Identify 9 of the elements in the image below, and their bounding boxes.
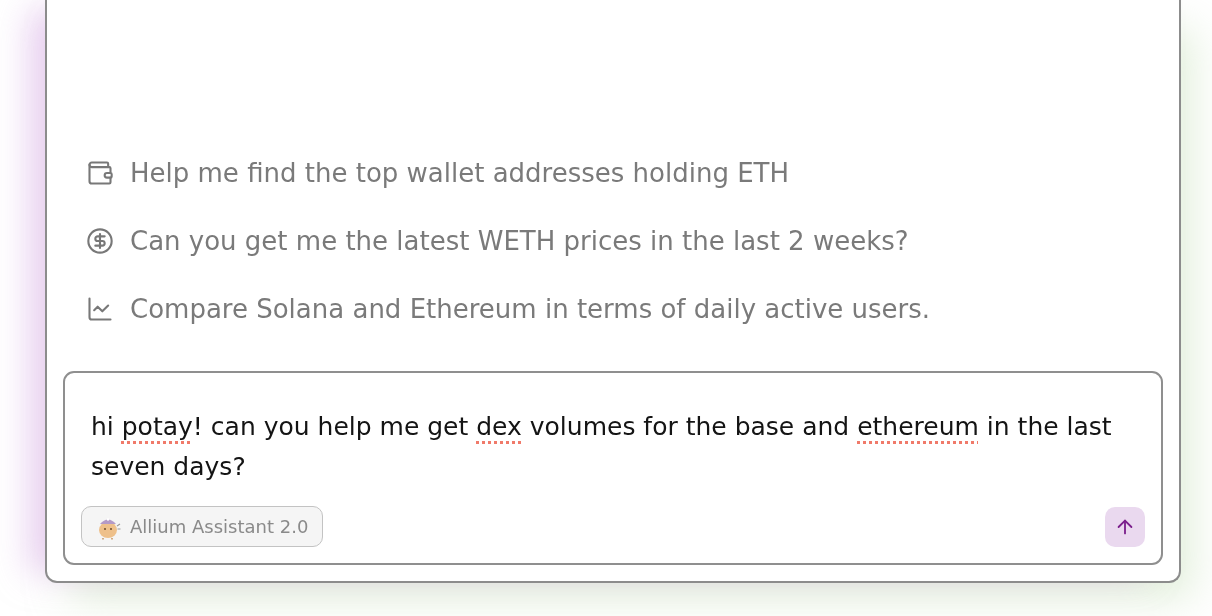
dollar-circle-icon — [86, 227, 114, 255]
send-button[interactable] — [1105, 506, 1145, 547]
wallet-icon — [86, 159, 114, 187]
model-selector-button[interactable]: Allium Assistant 2.0 — [81, 506, 324, 547]
message-input[interactable]: hi potay! can you help me get dex volumes for the base and ethereum in the last seven days? — [81, 407, 1145, 487]
line-chart-icon — [86, 295, 114, 323]
suggestion-prompt[interactable]: Can you get me the latest WETH prices in the last 2 weeks? — [86, 220, 909, 262]
suggestion-prompt[interactable]: Help me find the top wallet addresses holding ETH — [86, 152, 790, 194]
suggestion-prompt[interactable]: Compare Solana and Ethereum in terms of daily active users. — [86, 288, 931, 330]
